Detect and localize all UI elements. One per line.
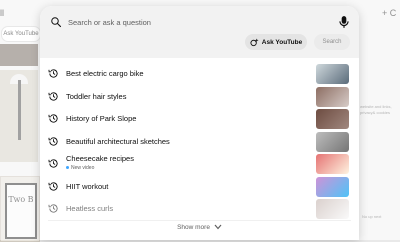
suggestion-thumbnail xyxy=(316,154,349,174)
history-icon xyxy=(48,91,58,101)
suggestion-thumbnail xyxy=(316,131,349,152)
suggestion-row[interactable]: Best electric cargo bike xyxy=(40,63,359,85)
show-more-button[interactable]: Show more xyxy=(40,224,359,238)
suggestion-label: History of Park Slope xyxy=(66,114,137,123)
show-more-label: Show more xyxy=(177,224,210,231)
search-popup: Ask YouTube Search Best electric cargo b… xyxy=(40,6,359,240)
suggestion-row[interactable]: Heatless curls xyxy=(40,198,359,220)
suggestion-thumbnail xyxy=(316,86,349,107)
chevron-down-icon xyxy=(214,224,222,230)
suggestion-row[interactable]: Toddler hair styles xyxy=(40,86,359,108)
history-icon xyxy=(48,69,58,78)
divider xyxy=(48,220,351,221)
search-input[interactable] xyxy=(68,15,298,29)
suggestion-thumbnail xyxy=(316,109,349,129)
history-icon xyxy=(48,114,58,123)
ask-youtube-label: Ask YouTube xyxy=(261,38,303,46)
microphone-icon[interactable] xyxy=(338,15,350,29)
suggestion-row[interactable]: Beautiful architectural sketches xyxy=(40,131,359,153)
suggestion-label: Beautiful architectural sketches xyxy=(66,136,170,146)
sparkle-icon xyxy=(250,37,259,46)
search-icon xyxy=(51,17,62,28)
history-icon xyxy=(48,159,58,168)
suggestion-label: HIIT workout xyxy=(66,181,109,191)
search-button[interactable]: Search xyxy=(314,34,350,50)
suggestion-row[interactable]: HIIT workout xyxy=(40,176,359,198)
suggestion-thumbnail xyxy=(316,64,349,84)
suggestion-thumbnail xyxy=(316,199,349,219)
search-bar: Ask YouTube Search xyxy=(40,6,359,58)
suggestion-label: Toddler hair styles xyxy=(66,91,127,101)
history-icon xyxy=(48,204,58,213)
history-icon xyxy=(48,136,58,146)
suggestion-row[interactable]: Cheesecake recipes New video xyxy=(40,153,359,175)
suggestion-label: Cheesecake recipes xyxy=(66,154,134,163)
suggestion-label: Best electric cargo bike xyxy=(66,69,144,78)
suggestion-row[interactable]: History of Park Slope xyxy=(40,108,359,130)
suggestion-subtext-label: New video xyxy=(71,165,95,171)
suggestion-thumbnail xyxy=(316,176,349,197)
new-indicator-dot xyxy=(66,166,69,170)
suggestion-subtext: New video xyxy=(66,165,94,171)
history-icon xyxy=(48,181,58,191)
ask-youtube-button[interactable]: Ask YouTube xyxy=(245,34,307,50)
suggestion-label: Heatless curls xyxy=(66,204,114,213)
